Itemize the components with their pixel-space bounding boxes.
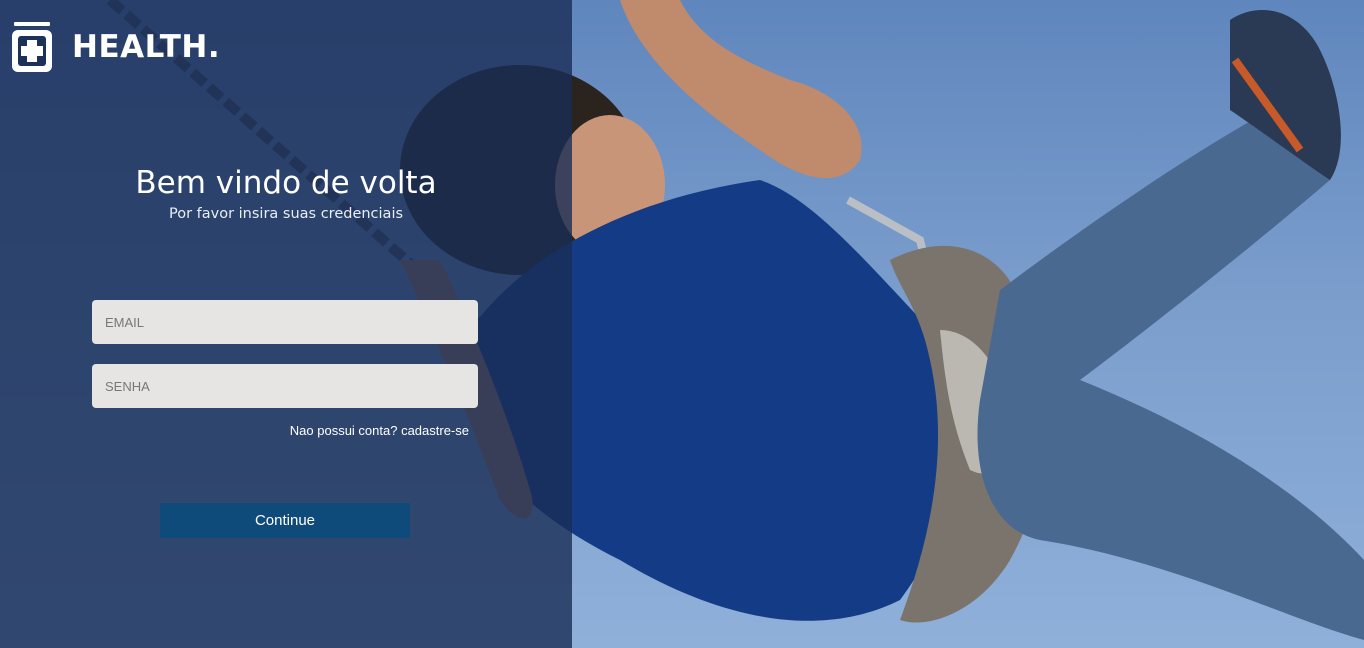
- email-field[interactable]: [92, 300, 478, 344]
- login-screen: HEALTH. Bem vindo de volta Por favor ins…: [0, 0, 1364, 648]
- continue-button[interactable]: Continue: [160, 503, 410, 538]
- page-subtitle: Por favor insira suas credenciais: [168, 206, 404, 222]
- login-panel: HEALTH. Bem vindo de volta Por favor ins…: [0, 0, 572, 648]
- brand-name: HEALTH.: [72, 28, 221, 65]
- signup-link[interactable]: Nao possui conta? cadastre-se: [290, 423, 469, 438]
- page-title: Bem vindo de volta: [135, 165, 437, 201]
- medicine-cross-icon: [12, 22, 52, 72]
- brand-logo: HEALTH.: [12, 22, 220, 72]
- password-field[interactable]: [92, 364, 478, 408]
